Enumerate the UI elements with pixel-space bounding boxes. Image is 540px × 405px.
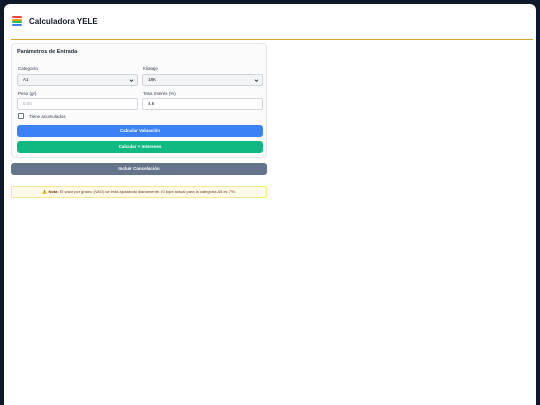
acumulados-label: Tiene acumulados [29,114,66,119]
app-window: Calculadora YELE Parámetros de Entrada C… [4,4,536,405]
chevron-down-icon [254,79,259,82]
section-title: Parámetros de Entrada [17,49,78,55]
info-alert: ⚠️ Nota: El valor por gramo (VAG) se est… [11,186,267,198]
incluir-cancelacion-button[interactable]: Incluir Cancelación [11,163,267,175]
kilataje-value: 18K [148,77,157,82]
chevron-down-icon [129,79,134,82]
peso-input[interactable]: 0.00 [17,98,138,110]
warning-icon: ⚠️ [42,189,48,194]
categoria-value: A1 [23,77,29,82]
app-header: Calculadora YELE [11,14,533,40]
alert-strong: Nota: [48,189,59,194]
categoria-select[interactable]: A1 [17,74,138,86]
kilataje-select[interactable]: 18K [142,74,263,86]
categoria-label: Categoría [18,66,38,71]
kilataje-label: Kilataje [143,66,158,71]
tasa-input[interactable]: 4.6 [142,98,263,110]
peso-label: Peso (gr) [18,91,37,96]
acumulados-checkbox[interactable] [18,113,24,119]
tasa-value: 4.6 [148,101,155,106]
app-title: Calculadora YELE [29,17,98,26]
input-parameters-card: Parámetros de Entrada Categoría A1 Kilat… [11,43,267,158]
alert-text: El valor por gramo (VAG) se está ajustan… [58,189,236,194]
peso-placeholder: 0.00 [23,101,32,106]
calcular-valuacion-button[interactable]: Calcular Valuación [17,125,263,137]
tasa-label: Tasa Interés (%) [143,91,176,96]
calculator-logo-icon [12,16,22,26]
calcular-intereses-button[interactable]: Calcular + Intereses [17,141,263,153]
